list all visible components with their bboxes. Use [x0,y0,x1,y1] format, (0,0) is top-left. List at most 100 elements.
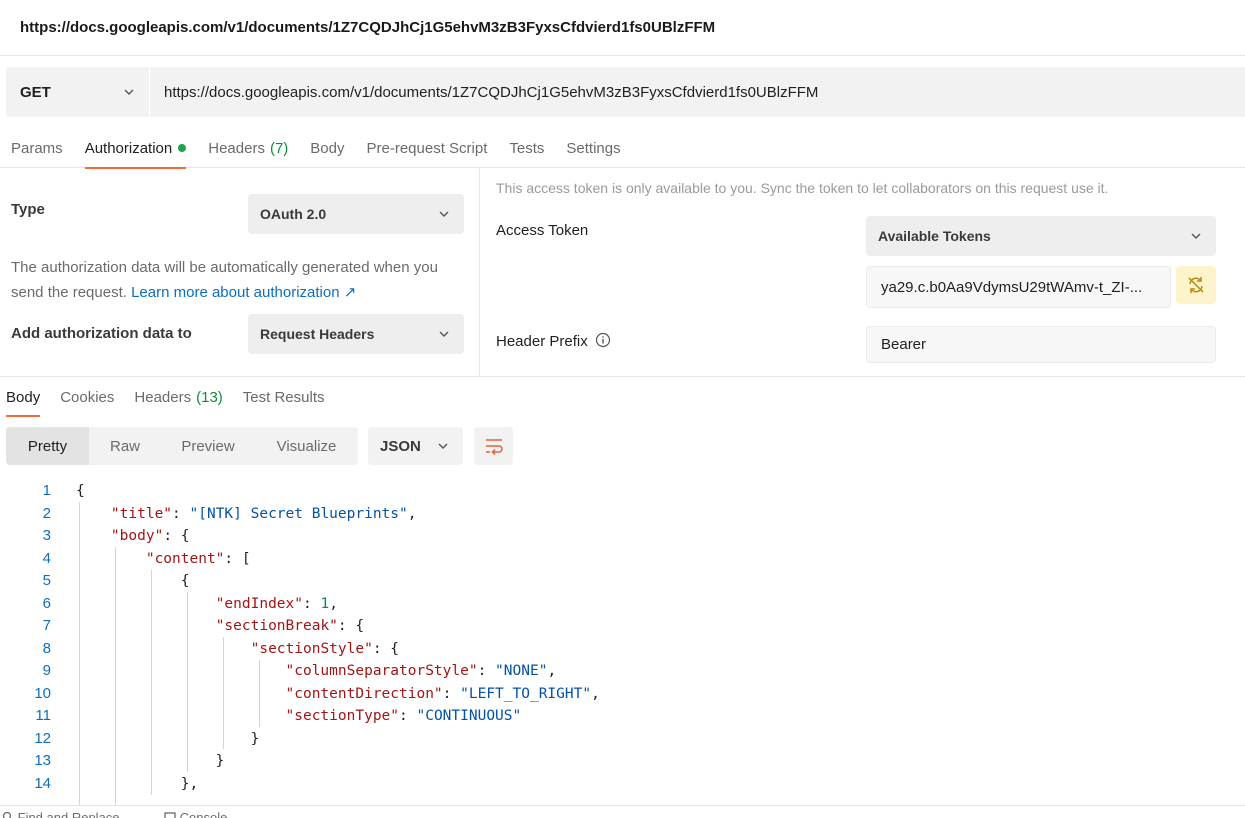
add-to-value: Request Headers [260,326,375,342]
auth-left-column: Type OAuth 2.0 The authorization data wi… [0,168,480,376]
line-number: 10 [34,684,51,702]
code-text: "columnSeparatorStyle": "NONE", [285,663,557,679]
code-text: "endIndex": 1, [215,595,338,612]
wrap-lines-button[interactable] [474,427,513,465]
auth-type-value: OAuth 2.0 [260,206,327,222]
json-string: "LEFT_TO_RIGHT" [460,685,592,702]
url-input[interactable]: https://docs.googleapis.com/v1/documents… [150,67,818,117]
tab-label: Params [11,139,63,157]
status-dot-icon [178,144,187,152]
header-prefix-label: Header Prefix [496,332,611,350]
tab-settings[interactable]: Settings [555,128,631,168]
access-token-field[interactable]: ya29.c.b0Aa9VdymsU29tWAmv-t_ZI-... [866,266,1171,308]
code-line: 10 "contentDirection": "LEFT_TO_RIGHT", [0,683,1245,706]
json-key: "title" [110,505,173,522]
json-string: "NONE" [495,663,548,679]
tab-label: Pre-request Script [366,139,488,157]
sync-token-button[interactable] [1176,266,1216,304]
header-prefix-field[interactable]: Bearer [866,326,1216,363]
request-title-bar: https://docs.googleapis.com/v1/documents… [0,0,1245,56]
chevron-down-icon [438,443,448,449]
json-key: "body" [110,528,164,544]
status-bar: Find and Replace Console [0,805,1245,818]
tab-response-cookies[interactable]: Cookies [54,377,124,417]
code-text: }, [76,775,199,792]
view-pretty-button[interactable]: Pretty [6,427,89,465]
code-line: 14 }, [0,773,1245,796]
tab-count: (13) [196,388,223,406]
console-button[interactable]: Console [164,811,227,818]
json-key: "sectionStyle" [250,640,373,657]
tab-pre-request-script[interactable]: Pre-request Script [356,128,499,168]
response-view-bar: Pretty Raw Preview Visualize JSON [6,427,513,465]
tab-count: (7) [269,139,289,157]
code-line: 9 "columnSeparatorStyle": "NONE", [0,660,1245,683]
request-title[interactable]: https://docs.googleapis.com/v1/documents… [20,19,715,36]
learn-more-link[interactable]: Learn more about authorization ↗ [131,284,356,301]
response-body-code[interactable]: 1 { 2 "title": "[NTK] Secret Blueprints"… [0,480,1245,805]
chevron-down-icon [439,211,449,217]
tab-test-results[interactable]: Test Results [237,377,335,417]
authorization-panel: Type OAuth 2.0 The authorization data wi… [0,168,1245,377]
line-number: 4 [42,549,51,567]
code-line: 5 { [0,570,1245,593]
code-line: 8 "sectionStyle": { [0,638,1245,661]
console-icon [164,812,176,818]
method-select[interactable]: GET [6,67,150,117]
line-number: 8 [42,639,51,657]
available-tokens-value: Available Tokens [878,228,991,244]
token-note: This access token is only available to y… [496,180,1109,196]
tab-authorization[interactable]: Authorization [74,128,198,169]
json-string: "[NTK] Secret Blueprints" [189,505,408,522]
code-text: { [76,573,190,589]
json-key: "columnSeparatorStyle" [285,663,478,679]
tab-params[interactable]: Params [0,128,74,168]
code-line: 2 "title": "[NTK] Secret Blueprints", [0,503,1245,526]
code-text: "body": { [110,528,190,544]
tab-response-headers[interactable]: Headers (13) [128,377,232,417]
code-line: 13 } [0,750,1245,773]
view-preview-button[interactable]: Preview [161,427,255,465]
line-number: 1 [42,482,51,499]
console-label: Console [179,810,228,818]
tab-label: Cookies [60,388,115,406]
view-raw-button[interactable]: Raw [89,427,161,465]
code-text: "content": [ [145,550,251,567]
view-visualize-button[interactable]: Visualize [255,427,358,465]
view-mode-toggle: Pretty Raw Preview Visualize [6,427,358,465]
tab-body[interactable]: Body [299,128,355,168]
json-key: "sectionBreak" [215,618,338,634]
tab-response-body[interactable]: Body [0,377,50,417]
add-to-label: Add authorization data to [11,325,192,342]
code-text: "sectionType": "CONTINUOUS" [285,708,522,724]
response-tabs: Body Cookies Headers (13) Test Results [0,377,1245,417]
search-icon [2,811,12,818]
available-tokens-select[interactable]: Available Tokens [866,216,1216,256]
tab-label: Body [6,388,41,406]
tab-headers[interactable]: Headers (7) [197,128,299,168]
format-select[interactable]: JSON [368,427,463,465]
find-replace-button[interactable]: Find and Replace [2,811,120,818]
auth-description: The authorization data will be automatic… [11,255,461,305]
chevron-down-icon [124,89,134,95]
tab-label: Body [310,139,345,157]
format-value: JSON [380,437,421,455]
tab-label: Test Results [242,388,325,406]
info-icon[interactable] [595,332,611,348]
wrap-lines-icon [485,439,503,455]
tab-tests[interactable]: Tests [498,128,555,168]
json-key: "endIndex" [215,595,303,612]
line-number: 3 [42,527,51,544]
code-text: { [76,483,85,499]
line-number: 13 [34,752,51,769]
tab-label: Authorization [84,139,173,157]
code-text: "title": "[NTK] Secret Blueprints", [110,505,417,522]
line-number: 9 [42,662,51,679]
json-key: "contentDirection" [285,685,443,702]
add-to-select[interactable]: Request Headers [248,314,464,354]
code-line: 11 "sectionType": "CONTINUOUS" [0,705,1245,728]
chevron-down-icon [439,331,449,337]
auth-type-select[interactable]: OAuth 2.0 [248,194,464,234]
code-text: "sectionStyle": { [250,640,400,657]
code-line: 6 "endIndex": 1, [0,593,1245,616]
